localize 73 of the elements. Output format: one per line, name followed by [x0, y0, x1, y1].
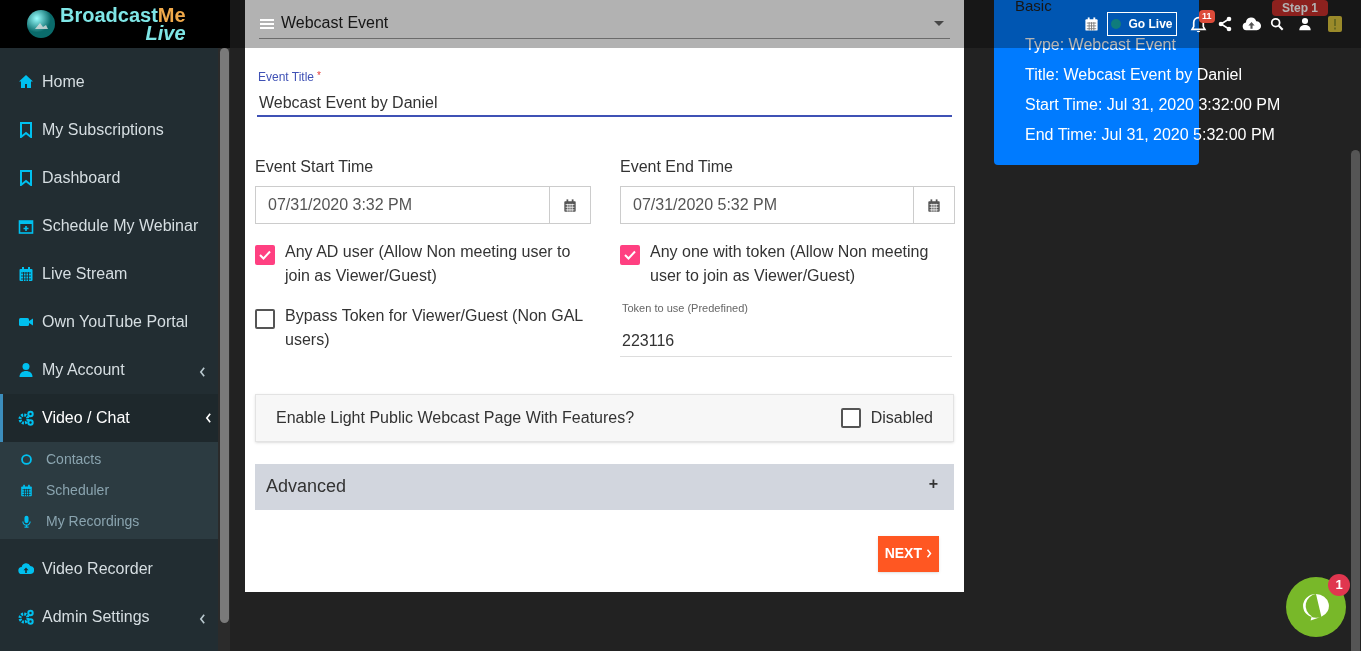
end-time-label: Event End Time: [620, 157, 734, 175]
chevron-right-icon: [926, 549, 932, 558]
notification-badge: 11: [1199, 9, 1215, 23]
globe-logo-icon: [26, 9, 56, 39]
summary-line: Start Time: Jul 31, 2020 3:32:00 PM: [1025, 96, 1281, 114]
unread-badge: 1: [1328, 574, 1350, 596]
sidebar-item[interactable]: Video / Chat: [0, 394, 218, 442]
share-icon[interactable]: [1217, 16, 1233, 32]
scrollbar-thumb[interactable]: [1351, 150, 1360, 651]
calendar-icon: [927, 197, 941, 213]
bookmark-icon: [18, 122, 34, 138]
event-title-label: Event Title *: [257, 68, 322, 82]
sidebar-item[interactable]: Schedule My Webinar: [0, 202, 218, 250]
token-input[interactable]: 223116: [620, 326, 952, 357]
dropdown-caret-icon: [934, 20, 944, 26]
summary-line: Type: Webcast Event: [1025, 36, 1176, 54]
checkbox[interactable]: [840, 407, 861, 428]
calendar-icon: [20, 484, 33, 497]
gears-icon: [18, 410, 34, 426]
calendar-button[interactable]: [550, 186, 591, 224]
logo-text: Live: [145, 23, 186, 43]
required-mark: *: [317, 69, 321, 83]
bookmark-icon: [18, 170, 34, 186]
home-icon: [18, 74, 34, 90]
submenu-item[interactable]: Contacts: [0, 444, 218, 475]
public-page-status: Disabled: [870, 407, 933, 428]
event-title-input[interactable]: Webcast Event by Daniel: [257, 90, 952, 117]
section-title: Basic: [1015, 0, 1052, 16]
checkmark-icon: [624, 250, 636, 260]
cloud-upload-icon: [18, 561, 34, 577]
token-label: Token to use (Predefined): [621, 301, 749, 316]
user-icon: [18, 362, 34, 378]
sidebar-item[interactable]: Own YouTube Portal: [0, 298, 218, 346]
public-page-label: Enable Light Public Webcast Page With Features?: [276, 407, 635, 428]
sidebar-item[interactable]: My Subscriptions: [0, 106, 218, 154]
gears-icon: [18, 609, 34, 625]
submenu-item[interactable]: My Recordings: [0, 506, 218, 537]
submenu-item[interactable]: Scheduler: [0, 475, 218, 506]
option-label: Any AD user (Allow Non meeting user to join as Viewer/Guest): [285, 242, 572, 286]
logo-text: BroadcastMe: [60, 5, 186, 25]
scrollbar-thumb[interactable]: [219, 48, 229, 623]
end-time-input[interactable]: 07/31/2020 5:32 PM: [620, 186, 914, 224]
sidebar-item[interactable]: Home: [0, 58, 218, 106]
cloud-upload-icon[interactable]: [1242, 17, 1261, 31]
step-badge: Step 1: [1272, 0, 1328, 16]
sidebar-item[interactable]: Live Stream: [0, 250, 218, 298]
advanced-section-header[interactable]: Advanced +: [255, 463, 954, 510]
speech-bubble-icon: [1302, 593, 1330, 621]
calendar-icon: [18, 266, 34, 282]
sidebar-item[interactable]: Dashboard: [0, 154, 218, 202]
search-icon[interactable]: [1270, 17, 1284, 31]
expand-toggle[interactable]: +: [928, 471, 938, 496]
sidebar-item[interactable]: Video Recorder: [0, 545, 218, 593]
option-label: Bypass Token for Viewer/Guest (Non GAL users): [285, 306, 584, 350]
checkmark-icon: [259, 250, 271, 260]
checkbox[interactable]: [620, 245, 640, 265]
start-time-input[interactable]: 07/31/2020 3:32 PM: [255, 186, 550, 224]
start-time-label: Event Start Time: [255, 157, 375, 175]
circle-icon: [20, 453, 33, 466]
chat-button[interactable]: [1286, 577, 1346, 637]
calendar-icon: [563, 197, 577, 213]
event-type-select[interactable]: Webcast Event: [259, 8, 950, 39]
user-icon[interactable]: [1298, 17, 1312, 31]
sidebar-item[interactable]: My Account: [0, 346, 218, 394]
calendar-button[interactable]: [914, 186, 955, 224]
go-live-button[interactable]: Go Live: [1107, 12, 1177, 36]
checkbox[interactable]: [255, 309, 275, 329]
checkbox[interactable]: [255, 245, 275, 265]
option-label: Any one with token (Allow Non meeting user to join as Viewer/Guest): [650, 242, 930, 286]
sidebar-item[interactable]: Admin Settings: [0, 593, 218, 641]
calendar-plus-icon: [18, 218, 34, 234]
microphone-icon: [20, 515, 33, 528]
calendar-icon[interactable]: [1084, 16, 1099, 32]
